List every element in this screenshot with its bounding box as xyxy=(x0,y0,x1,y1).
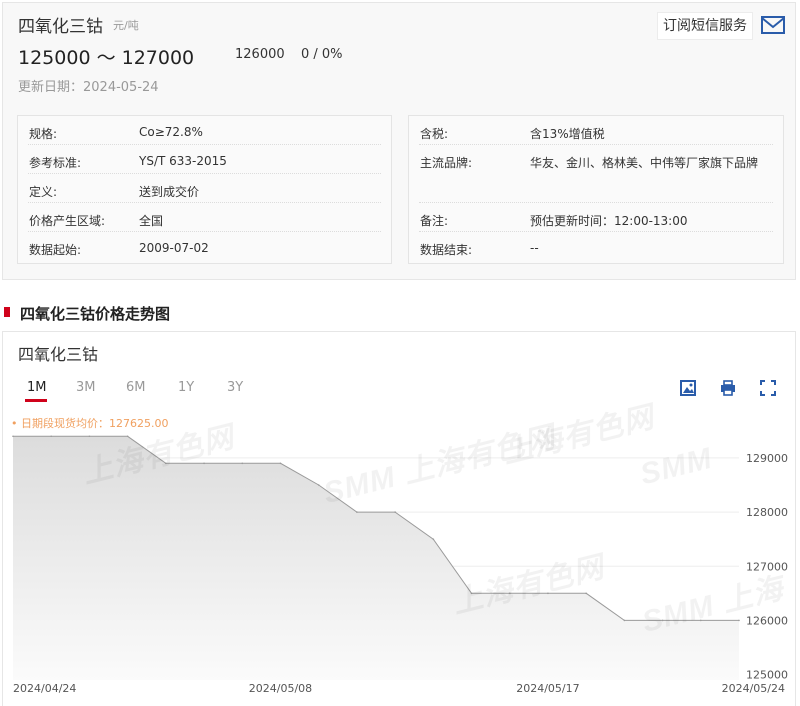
data-point xyxy=(738,619,740,622)
y-tick-label: 125000 xyxy=(746,669,788,682)
data-point xyxy=(165,462,167,465)
y-tick-label: 129000 xyxy=(746,452,788,465)
x-tick-label: 2024/04/24 xyxy=(13,682,76,695)
data-point xyxy=(470,592,473,595)
data-point xyxy=(88,435,91,438)
y-tick-label: 128000 xyxy=(746,506,788,519)
y-tick-label: 127000 xyxy=(746,560,788,573)
data-point xyxy=(356,511,358,513)
data-point xyxy=(699,619,702,622)
data-point xyxy=(432,538,435,540)
price-trend-chart: 125000 126000 127000 128000 129000 2024/04/24… xyxy=(12,435,788,695)
x-tick-label: 2024/05/24 xyxy=(722,682,785,695)
y-tick-label: 126000 xyxy=(746,614,788,627)
data-point xyxy=(661,619,664,622)
data-point xyxy=(508,592,511,595)
data-point xyxy=(50,435,53,438)
data-point xyxy=(203,462,205,465)
data-point xyxy=(12,435,14,438)
data-point xyxy=(279,462,282,465)
data-point xyxy=(126,435,129,438)
data-point xyxy=(394,511,396,513)
x-tick-label: 2024/05/17 xyxy=(516,682,579,695)
data-point xyxy=(623,619,626,622)
data-point xyxy=(547,592,549,595)
area-fill xyxy=(13,436,739,680)
data-point xyxy=(241,462,244,465)
data-point xyxy=(585,592,587,595)
data-point xyxy=(317,484,320,486)
x-tick-label: 2024/05/08 xyxy=(249,682,312,695)
